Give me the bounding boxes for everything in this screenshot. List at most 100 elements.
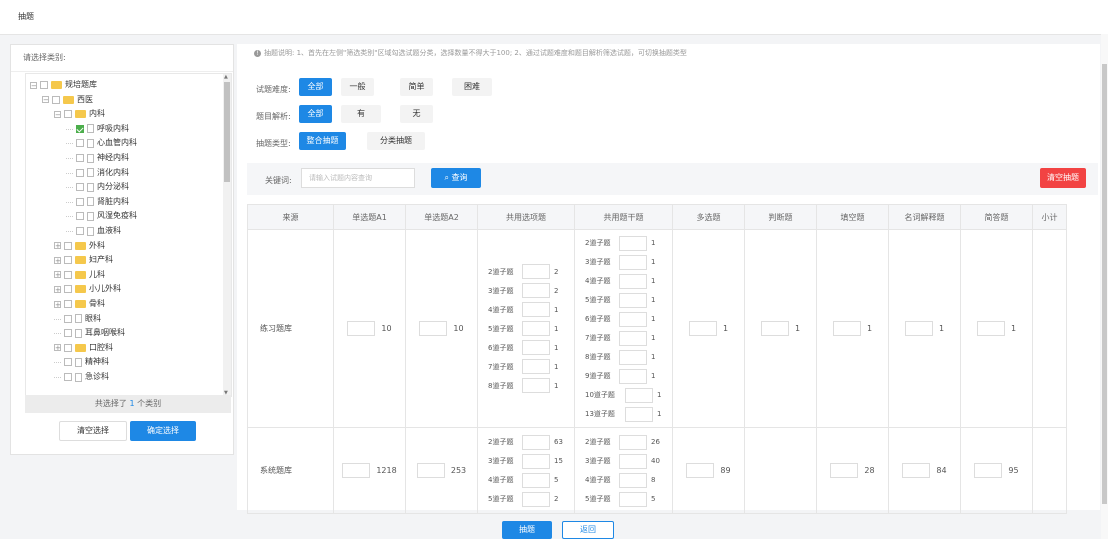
expand-icon[interactable]: +: [54, 285, 61, 293]
count-input[interactable]: [342, 463, 371, 478]
count-input[interactable]: [976, 321, 1005, 336]
expand-icon[interactable]: +: [54, 300, 61, 308]
tree-node[interactable]: + 儿科: [54, 268, 105, 282]
analysis-option-all[interactable]: 全部: [299, 105, 332, 123]
subquestion-input[interactable]: [619, 491, 647, 507]
subquestion-input[interactable]: [619, 434, 647, 450]
subquestion-input[interactable]: [522, 378, 550, 393]
subquestion-input[interactable]: [522, 434, 550, 450]
subquestion-input[interactable]: [619, 472, 647, 488]
expand-icon[interactable]: +: [54, 256, 61, 264]
count-input[interactable]: [904, 321, 933, 336]
tree-node[interactable]: − 内科: [54, 107, 105, 121]
subquestion-input[interactable]: [619, 349, 647, 365]
tree-node[interactable]: 肾脏内科: [66, 195, 129, 209]
tree-checkbox[interactable]: [64, 256, 72, 265]
type-option-categorized[interactable]: 分类抽题: [367, 132, 425, 150]
tree-node[interactable]: 耳鼻咽喉科: [54, 326, 125, 340]
subquestion-input[interactable]: [619, 235, 647, 251]
subquestion-input[interactable]: [619, 368, 647, 384]
tree-node[interactable]: 血液科: [66, 224, 121, 238]
tree-node[interactable]: − 西医: [42, 93, 93, 107]
tree-checkbox[interactable]: [76, 197, 84, 206]
clear-draw-button[interactable]: 清空抽题: [1040, 168, 1086, 188]
subquestion-input[interactable]: [619, 453, 647, 469]
tree-checkbox[interactable]: [76, 139, 84, 148]
tree-node[interactable]: 急诊科: [54, 370, 109, 384]
collapse-icon[interactable]: −: [30, 81, 37, 89]
tree-node[interactable]: 消化内科: [66, 166, 129, 180]
tree-checkbox[interactable]: [76, 124, 84, 133]
count-input[interactable]: [974, 463, 1003, 478]
analysis-option-yes[interactable]: 有: [341, 105, 381, 123]
tree-checkbox[interactable]: [64, 373, 72, 381]
tree-checkbox[interactable]: [76, 183, 84, 192]
count-input[interactable]: [419, 321, 448, 336]
subquestion-input[interactable]: [522, 321, 550, 336]
subquestion-input[interactable]: [619, 311, 647, 327]
subquestion-input[interactable]: [619, 330, 647, 346]
tree-node[interactable]: 风湿免疫科: [66, 209, 137, 223]
tree-node[interactable]: 心血管内科: [66, 136, 137, 150]
expand-icon[interactable]: +: [54, 242, 61, 250]
subquestion-input[interactable]: [619, 273, 647, 289]
page-scrollbar-thumb[interactable]: [1102, 64, 1107, 504]
count-input[interactable]: [686, 463, 715, 478]
tree-node[interactable]: 内分泌科: [66, 180, 129, 194]
subquestion-input[interactable]: [625, 387, 653, 403]
subquestion-input[interactable]: [619, 292, 647, 308]
tree-node[interactable]: − 规培题库: [30, 78, 97, 92]
collapse-icon[interactable]: −: [42, 96, 49, 104]
tree-node[interactable]: 呼吸内科: [66, 122, 129, 136]
difficulty-option-all[interactable]: 全部: [299, 78, 332, 96]
tree-checkbox[interactable]: [64, 314, 72, 323]
count-input[interactable]: [688, 321, 717, 336]
type-option-integrated[interactable]: 整合抽题: [299, 132, 346, 150]
subquestion-input[interactable]: [522, 302, 550, 317]
tree-checkbox[interactable]: [76, 212, 84, 221]
tree-checkbox[interactable]: [64, 110, 72, 119]
scrollbar-thumb[interactable]: [224, 82, 230, 182]
subquestion-input[interactable]: [619, 254, 647, 270]
count-input[interactable]: [416, 463, 445, 478]
scroll-up-icon[interactable]: ▲: [224, 74, 228, 80]
tree-node[interactable]: + 骨科: [54, 297, 105, 311]
tree-checkbox[interactable]: [76, 168, 84, 177]
tree-node[interactable]: + 口腔科: [54, 341, 113, 355]
draw-button[interactable]: 抽题: [502, 521, 552, 539]
tree-node[interactable]: 精神科: [54, 355, 109, 369]
search-button[interactable]: ⌕ 查询: [431, 168, 481, 188]
subquestion-input[interactable]: [522, 472, 550, 488]
tree-node[interactable]: + 妇产科: [54, 253, 113, 267]
expand-icon[interactable]: +: [54, 344, 61, 352]
subquestion-input[interactable]: [522, 491, 550, 507]
count-input[interactable]: [832, 321, 861, 336]
count-input[interactable]: [760, 321, 789, 336]
subquestion-input[interactable]: [522, 283, 550, 298]
tree-node[interactable]: 眼科: [54, 312, 101, 326]
difficulty-option-hard[interactable]: 困难: [452, 78, 492, 96]
clear-selection-button[interactable]: 清空选择: [59, 421, 127, 441]
tree-checkbox[interactable]: [64, 358, 72, 367]
tree-checkbox[interactable]: [40, 81, 48, 89]
subquestion-input[interactable]: [625, 406, 653, 422]
difficulty-option-normal[interactable]: 一般: [341, 78, 374, 96]
tree-checkbox[interactable]: [64, 270, 72, 279]
tree-scrollbar[interactable]: ▲ ▼: [223, 74, 231, 396]
count-input[interactable]: [830, 463, 859, 478]
subquestion-input[interactable]: [522, 359, 550, 374]
tree-checkbox[interactable]: [76, 154, 84, 162]
tree-checkbox[interactable]: [64, 300, 72, 308]
expand-icon[interactable]: +: [54, 271, 61, 279]
tree-checkbox[interactable]: [64, 241, 72, 250]
analysis-option-no[interactable]: 无: [400, 105, 433, 123]
keyword-input[interactable]: 请输入试题内容查询: [301, 168, 415, 188]
difficulty-option-easy[interactable]: 简单: [400, 78, 433, 96]
page-scrollbar[interactable]: [1101, 34, 1108, 539]
tree-checkbox[interactable]: [76, 227, 84, 235]
count-input[interactable]: [347, 321, 376, 336]
confirm-selection-button[interactable]: 确定选择: [130, 421, 196, 441]
tree-checkbox[interactable]: [64, 285, 72, 294]
collapse-icon[interactable]: −: [54, 110, 61, 118]
tree-checkbox[interactable]: [64, 329, 72, 338]
